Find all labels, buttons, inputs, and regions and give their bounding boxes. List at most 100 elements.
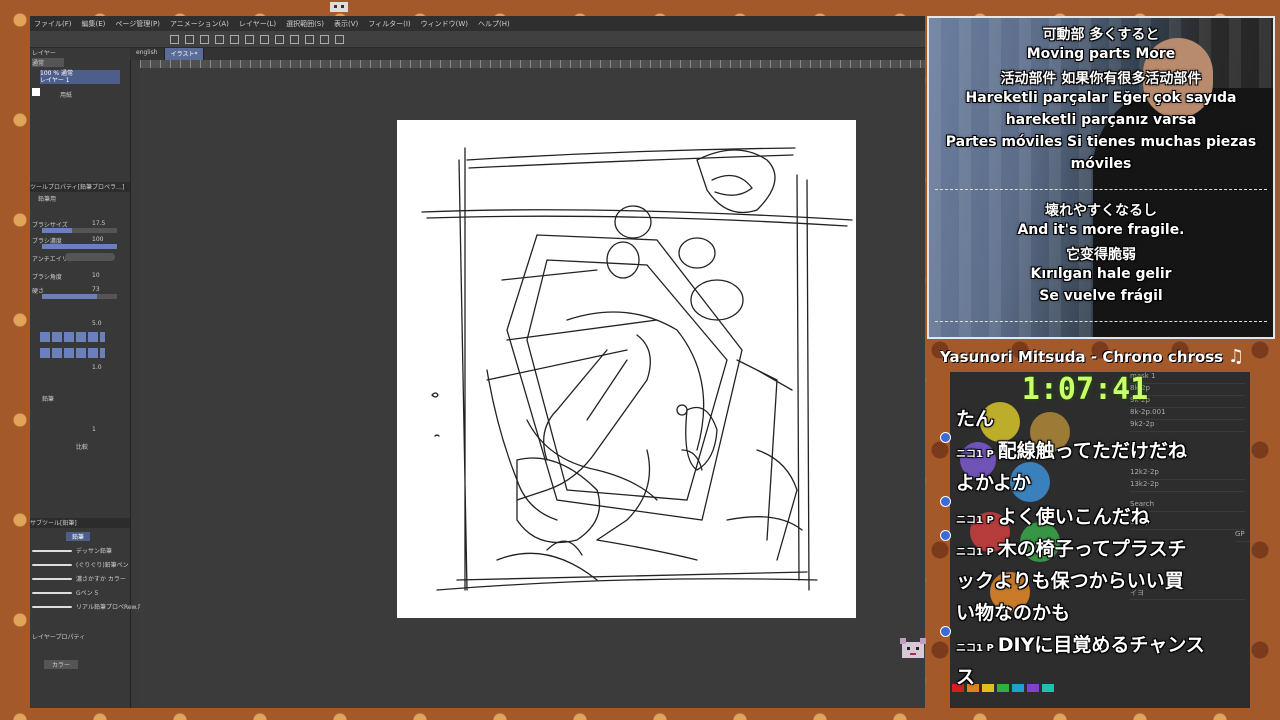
chat-text: ス — [956, 666, 976, 688]
tool-property-title: ツールプロパティ[鉛筆プロペラ…] — [30, 184, 125, 191]
chat-message: ニコ1 P DIYに目覚めるチャンス — [956, 630, 1205, 657]
chat-user-tag: ニコ1 P — [956, 547, 994, 558]
layer-panel-label: レイヤー — [32, 50, 56, 57]
chat-user-badge-icon — [940, 496, 951, 507]
brush-preview-icon — [32, 550, 72, 552]
texture-buttons[interactable] — [40, 348, 105, 358]
menu-view[interactable]: 表示(V) — [334, 19, 358, 29]
menu-help[interactable]: ヘルプ(H) — [478, 19, 510, 29]
select-all-icon[interactable] — [320, 34, 329, 44]
chat-message: ニコ1 P 配線触ってただけだね — [956, 436, 1187, 463]
brush-item[interactable]: リアル鉛筆プロペRew.用 — [32, 602, 144, 612]
tool-name-label: 鉛筆用 — [38, 196, 57, 203]
chat-message: ックよりも保つからいい買 — [956, 566, 1184, 593]
brush-preview-icon — [32, 592, 72, 594]
document-tabs: english イラスト* — [130, 48, 925, 60]
brush-item-label: 濃さかすか カラー — [76, 576, 126, 583]
tab-english[interactable]: english — [130, 48, 165, 60]
menu-edit[interactable]: 編集(E) — [82, 19, 106, 29]
tool-property-header: ツールプロパティ[鉛筆プロペラ…] — [30, 182, 130, 192]
menu-window[interactable]: ウィンドウ(W) — [421, 19, 468, 29]
menu-animation[interactable]: アニメーション(A) — [170, 19, 229, 29]
chat-text: DIYに目覚めるチャンス — [997, 634, 1205, 656]
chat-message: い物なのかも — [956, 598, 1070, 625]
subtool-header: サブツール[鉛筆] — [30, 518, 130, 528]
chat-message: ニコ1 P 木の椅子ってプラスチ — [956, 534, 1186, 561]
subtitle-line: 它变得脆弱 — [1066, 247, 1136, 263]
undo-icon[interactable] — [215, 34, 224, 44]
brush-item[interactable]: (ぐりぐり)鉛筆ペン — [32, 560, 129, 570]
subtitle-line: Hareketli parçalar Eğer çok sayıda — [965, 90, 1237, 106]
canvas-area[interactable] — [140, 68, 925, 708]
subtitle-line: 活动部件 如果你有很多活动部件 — [1000, 71, 1202, 87]
music-note-icon: ♫ — [1228, 346, 1245, 367]
brush-item-label: Gペン 5 — [76, 590, 99, 597]
menu-file[interactable]: ファイル(F) — [34, 19, 72, 29]
help-icon[interactable] — [335, 34, 344, 44]
layer-row-active[interactable]: 100 % 通常 レイヤー 1 — [40, 70, 120, 84]
subtool-tab-pencil[interactable]: 鉛筆 — [66, 532, 91, 541]
color-mode-select[interactable]: カラー — [44, 660, 79, 669]
chat-message: ニコ1 P よく使いこんだね — [956, 502, 1150, 529]
chat-text: 木の椅子ってプラスチ — [997, 538, 1187, 560]
deselect-icon[interactable] — [275, 34, 284, 44]
clear-icon[interactable] — [245, 34, 254, 44]
chat-text: ックよりも保つからいい買 — [956, 570, 1184, 592]
brush-preview-icon — [32, 606, 72, 608]
brush-preview-icon — [32, 564, 72, 566]
compare-select[interactable]: 比較 — [76, 442, 88, 451]
opacity-value[interactable]: 1 — [92, 426, 96, 433]
command-bar — [30, 31, 925, 48]
subtitle-line: Kırılgan hale gelir — [1030, 266, 1172, 282]
webcam-subtitle-panel: 可動部 多くすると Moving parts More 活动部件 如果你有很多活… — [927, 16, 1275, 339]
menu-selection[interactable]: 選択範囲(S) — [286, 19, 324, 29]
hardness-slider[interactable] — [42, 294, 117, 299]
crop-icon[interactable] — [290, 34, 299, 44]
tab-illustration[interactable]: イラスト* — [164, 48, 205, 60]
brush-item-label: デッサン鉛筆 — [76, 548, 113, 555]
new-file-icon[interactable] — [170, 34, 179, 44]
blend-mode-select[interactable]: 通常 — [32, 58, 64, 67]
paper-color-swatch[interactable] — [32, 88, 40, 96]
subtitle-line: móviles — [1070, 156, 1132, 172]
subtitle-line: Se vuelve frágil — [1039, 288, 1163, 304]
brush-density-slider[interactable] — [42, 244, 117, 249]
hardness-value[interactable]: 73 — [92, 286, 100, 293]
brush-size-value[interactable]: 17.5 — [92, 220, 105, 227]
save-icon[interactable] — [200, 34, 209, 44]
chat-user-tag: ニコ1 P — [956, 449, 994, 460]
chat-text: たん — [956, 408, 995, 430]
subtitle-line: Moving parts More — [1026, 46, 1176, 62]
chat-text: い物なのかも — [956, 602, 1071, 624]
menu-layer[interactable]: レイヤー(L) — [239, 19, 276, 29]
pixel-sprite-icon — [330, 2, 348, 12]
paper-layer-label[interactable]: 用紙 — [60, 90, 72, 99]
menu-filter[interactable]: フィルター(I) — [368, 19, 410, 29]
brush-item[interactable]: 濃さかすか カラー — [32, 574, 126, 584]
pen-value[interactable]: 1.0 — [92, 364, 102, 371]
chat-text: よかよか — [956, 472, 1032, 494]
now-playing-text: Yasunori Mitsuda - Chrono chross — [940, 348, 1224, 366]
brush-item-label: (ぐりぐり)鉛筆ペン — [76, 562, 129, 569]
transform-icon[interactable] — [260, 34, 269, 44]
sketch-drawing — [421, 147, 853, 591]
pressure-curve-buttons[interactable] — [40, 332, 105, 342]
subtitle-line: Partes móviles Si tienes muchas piezas — [945, 134, 1257, 150]
subtitle-line: 壊れやすくなるし — [1045, 203, 1157, 219]
open-file-icon[interactable] — [185, 34, 194, 44]
brush-item-label: リアル鉛筆プロペRew.用 — [76, 604, 144, 611]
brush-item[interactable]: Gペン 5 — [32, 588, 122, 598]
menu-page[interactable]: ページ管理(P) — [115, 19, 160, 29]
brush-size-slider[interactable] — [42, 228, 117, 233]
invert-selection-icon[interactable] — [305, 34, 314, 44]
brush-item[interactable]: デッサン鉛筆 — [32, 546, 122, 556]
antialias-selector[interactable] — [65, 253, 115, 261]
drawing-canvas[interactable] — [397, 120, 856, 618]
redo-icon[interactable] — [230, 34, 239, 44]
secondary-size-value[interactable]: 5.0 — [92, 320, 102, 327]
brush-angle-value[interactable]: 10 — [92, 272, 100, 279]
menu-bar: ファイル(F) 編集(E) ページ管理(P) アニメーション(A) レイヤー(L… — [30, 16, 925, 31]
chat-text: 配線触ってただけだね — [997, 440, 1187, 462]
brush-density-value[interactable]: 100 — [92, 236, 103, 243]
chat-user-badge-icon — [940, 626, 951, 637]
